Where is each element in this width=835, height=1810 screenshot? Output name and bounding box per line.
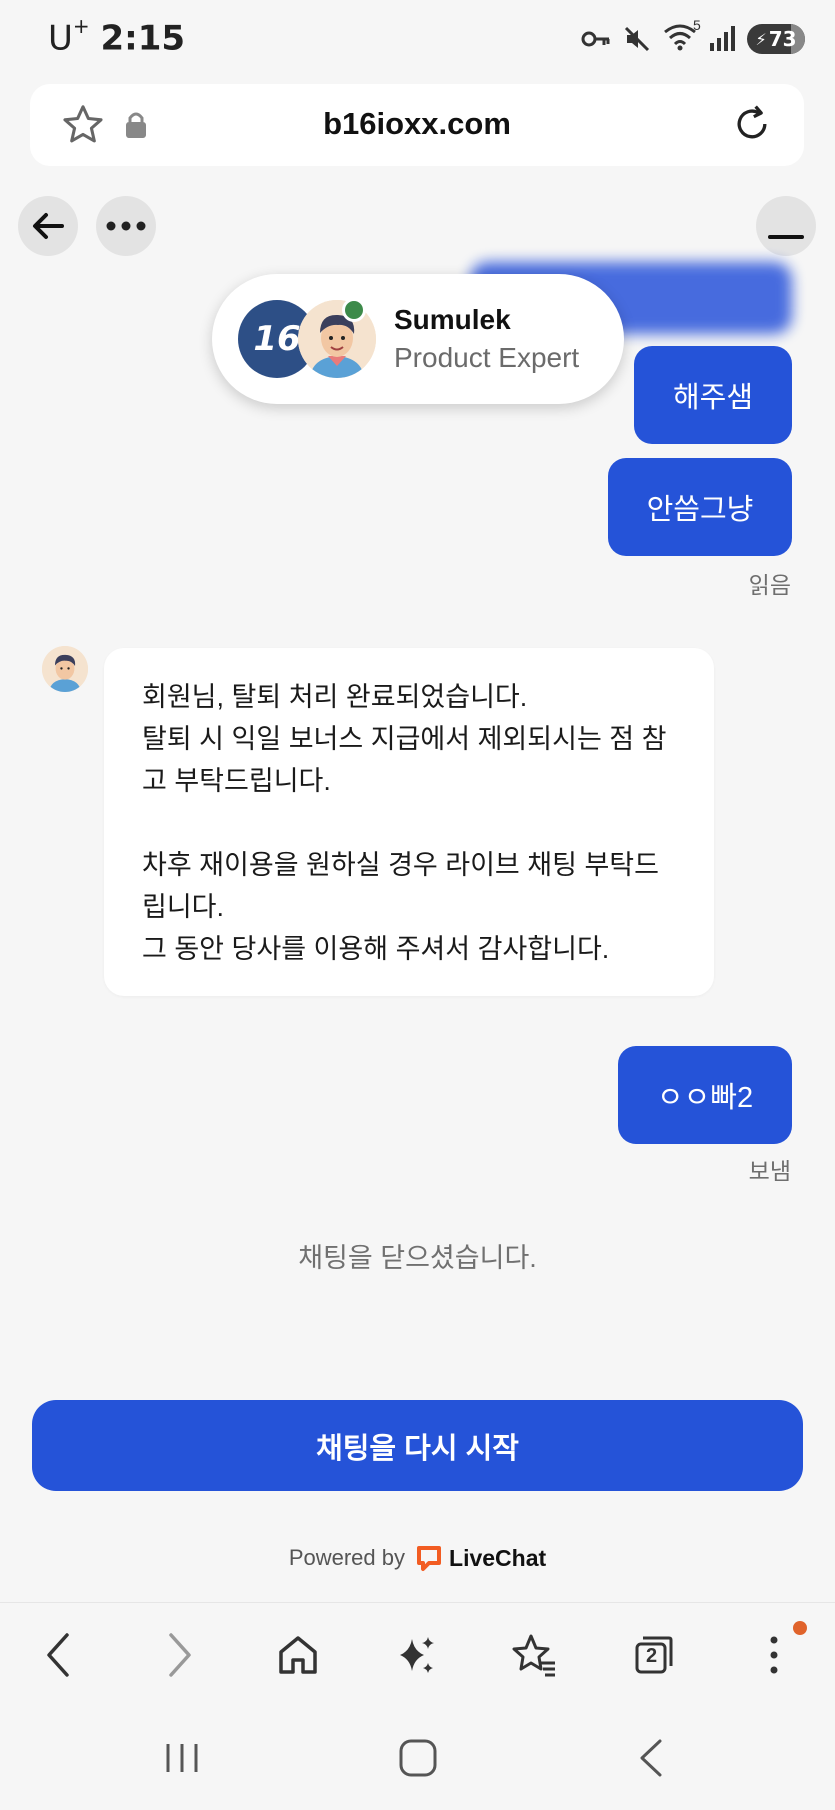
carrier-label: U (48, 18, 73, 59)
ai-assist-button[interactable] (386, 1625, 446, 1685)
reload-icon[interactable] (730, 102, 774, 146)
agent-face-icon (42, 646, 88, 692)
agent-avatar-small (42, 646, 88, 692)
browser-back-button[interactable] (28, 1625, 88, 1685)
livechat-brand[interactable]: LiveChat (415, 1544, 546, 1572)
system-home-button[interactable] (398, 1738, 438, 1783)
carrier-plus: + (72, 14, 90, 38)
home-button[interactable] (268, 1625, 328, 1685)
notification-dot (793, 1621, 807, 1635)
vpn-key-icon (581, 31, 610, 47)
more-horizontal-icon (106, 221, 146, 231)
powered-by-prefix: Powered by (288, 1545, 406, 1570)
restart-chat-button[interactable]: 채팅을 다시 시작 (32, 1400, 803, 1491)
agent-role: Product Expert (394, 342, 580, 373)
recent-apps-button[interactable] (160, 1740, 204, 1781)
wifi-badge: 5 (693, 16, 701, 33)
home-icon (279, 1636, 317, 1674)
livechat-logo-icon (417, 1546, 442, 1571)
chevron-left-icon (47, 1633, 69, 1677)
more-vertical-icon (770, 1636, 778, 1674)
wifi-status: 5 (663, 17, 701, 56)
carrier-and-time: U+ 2:15 (48, 14, 186, 59)
address-bar[interactable]: b16ioxx.com (30, 84, 804, 166)
mute-icon (624, 26, 650, 52)
status-icons: 5 ⚡ 73 (581, 17, 805, 56)
agent-card: 16 Sumulek Product Expert (212, 274, 624, 404)
minimize-button[interactable] (756, 196, 816, 256)
chat-closed-note: 채팅을 닫으셨습니다. (298, 1243, 537, 1273)
message-status: 읽음 (748, 572, 791, 598)
home-square-icon (399, 1739, 437, 1777)
recent-apps-icon (166, 1744, 198, 1772)
status-bar: U+ 2:15 5 ⚡ 73 (0, 0, 835, 80)
browser-toolbar: 2 (0, 1602, 835, 1706)
outgoing-message[interactable]: 해주샘 (634, 346, 792, 444)
browser-forward-button[interactable] (150, 1625, 210, 1685)
online-status-dot (342, 298, 366, 322)
chevron-right-icon (169, 1633, 191, 1677)
sparkles-icon (400, 1637, 434, 1673)
message-status: 보냄 (748, 1158, 791, 1184)
star-list-icon (512, 1634, 555, 1677)
bookmarks-button[interactable] (504, 1625, 564, 1685)
browser-menu-button[interactable] (744, 1625, 804, 1685)
outgoing-message[interactable]: 안씀그냥 (608, 458, 792, 556)
minimize-icon (768, 235, 804, 239)
system-navigation-bar (0, 1706, 835, 1810)
tabs-button[interactable]: 2 (624, 1625, 684, 1685)
incoming-message-text: 회원님, 탈퇴 처리 완료되었습니다. 탈퇴 시 익일 보너스 지급에서 제외되… (142, 682, 667, 964)
battery-level: 73 (768, 27, 797, 51)
signal-icon (710, 26, 735, 51)
clock: 2:15 (100, 18, 186, 59)
tabs-count: 2 (646, 1645, 658, 1667)
wifi-icon (664, 24, 696, 50)
powered-by[interactable]: Powered by LiveChat (0, 1544, 835, 1572)
agent-name: Sumulek (394, 304, 511, 335)
arrow-left-icon (33, 213, 64, 239)
back-button[interactable] (18, 196, 78, 256)
system-back-button[interactable] (636, 1738, 666, 1783)
more-options-button[interactable] (96, 196, 156, 256)
outgoing-message[interactable]: ㅇㅇ빠2 (618, 1046, 792, 1144)
battery-indicator: ⚡ 73 (747, 24, 805, 54)
system-back-icon (640, 1739, 662, 1777)
incoming-message[interactable]: 회원님, 탈퇴 처리 완료되었습니다. 탈퇴 시 익일 보너스 지급에서 제외되… (104, 648, 714, 996)
url-text[interactable]: b16ioxx.com (30, 106, 804, 142)
livechat-brand-text: LiveChat (449, 1544, 547, 1571)
battery-charging-icon: ⚡ (755, 29, 767, 49)
